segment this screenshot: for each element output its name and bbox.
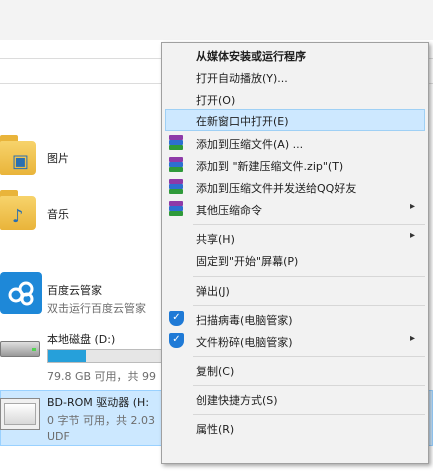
menu-item-label: 扫描病毒(电脑管家) (196, 314, 293, 327)
menu-item-open[interactable]: 打开(O) (165, 88, 425, 110)
menu-separator (193, 414, 425, 415)
context-menu: 从媒体安装或运行程序 打开自动播放(Y)... 打开(O) 在新窗口中打开(E)… (161, 42, 429, 464)
bd-rom-icon (0, 398, 40, 430)
tencent-shield-icon: ✓ (169, 311, 184, 326)
menu-item-other-compress[interactable]: 其他压缩命令 ▸ (165, 198, 425, 220)
drive-led (32, 348, 36, 351)
menu-item-label: 添加到压缩文件并发送给QQ好友 (196, 182, 357, 195)
menu-item-label: 打开(O) (196, 94, 236, 107)
pictures-folder-label: 图片 (47, 152, 69, 165)
menu-item-archive-send-qq[interactable]: 添加到压缩文件并发送给QQ好友 (165, 176, 425, 198)
menu-item-add-to-zip[interactable]: 添加到 "新建压缩文件.zip"(T) (165, 154, 425, 176)
menu-item-label: 在新窗口中打开(E) (196, 115, 289, 128)
menu-item-eject[interactable]: 弹出(J) (165, 279, 425, 301)
menu-item-label: 属性(R) (196, 423, 235, 436)
menu-item-open-new-window[interactable]: 在新窗口中打开(E) (165, 109, 425, 131)
menu-item-label: 固定到"开始"屏幕(P) (196, 255, 299, 268)
menu-item-add-to-archive[interactable]: 添加到压缩文件(A) ... (165, 132, 425, 154)
local-disk-title: 本地磁盘 (D:) (47, 333, 116, 346)
menu-item-label: 添加到压缩文件(A) ... (196, 138, 304, 151)
disc-drive-shape (4, 403, 36, 425)
bd-rom-space: 0 字节 可用，共 2.03 (47, 414, 155, 427)
baidu-title: 百度云管家 (47, 284, 102, 297)
menu-separator (193, 385, 425, 386)
menu-item-scan-virus[interactable]: ✓ 扫描病毒(电脑管家) (165, 308, 425, 330)
menu-item-label: 从媒体安装或运行程序 (196, 50, 306, 63)
picture-emblem-icon: ▣ (12, 151, 30, 172)
bd-rom-filesystem: UDF (47, 430, 70, 443)
submenu-arrow-icon: ▸ (410, 201, 416, 212)
cloud-logo-icon (8, 281, 34, 306)
explorer-ribbon (0, 0, 433, 40)
menu-item-file-shred[interactable]: ✓ 文件粉碎(电脑管家) ▸ (165, 330, 425, 352)
menu-item-label: 添加到 "新建压缩文件.zip"(T) (196, 160, 344, 173)
menu-item-share[interactable]: 共享(H) ▸ (165, 227, 425, 249)
menu-item-copy[interactable]: 复制(C) (165, 359, 425, 381)
menu-item-label: 弹出(J) (196, 285, 230, 298)
submenu-arrow-icon: ▸ (410, 333, 416, 344)
menu-separator (193, 276, 425, 277)
menu-separator (193, 305, 425, 306)
local-disk-icon[interactable] (0, 333, 42, 361)
menu-item-label: 复制(C) (196, 365, 235, 378)
baidu-cloud-icon[interactable] (0, 272, 42, 314)
menu-item-label: 打开自动播放(Y)... (196, 72, 288, 85)
menu-item-label: 创建快捷方式(S) (196, 394, 278, 407)
local-disk-space: 79.8 GB 可用，共 99 (47, 370, 157, 383)
menu-item-label: 文件粉碎(电脑管家) (196, 336, 293, 349)
menu-item-label: 其他压缩命令 (196, 204, 262, 217)
submenu-arrow-icon: ▸ (410, 230, 416, 241)
baidu-subtitle: 双击运行百度云管家 (47, 302, 146, 315)
menu-separator (193, 356, 425, 357)
winrar-icon (169, 201, 183, 217)
bd-rom-title: BD-ROM 驱动器 (H: (47, 396, 150, 409)
menu-item-install-from-media[interactable]: 从媒体安装或运行程序 (165, 44, 425, 66)
winrar-icon (169, 135, 183, 151)
menu-item-open-autoplay[interactable]: 打开自动播放(Y)... (165, 66, 425, 88)
menu-item-pin-to-start[interactable]: 固定到"开始"屏幕(P) (165, 249, 425, 271)
music-folder-label: 音乐 (47, 208, 69, 221)
menu-item-properties[interactable]: 属性(R) (165, 417, 425, 439)
music-note-icon: ♪ (12, 206, 24, 227)
menu-item-create-shortcut[interactable]: 创建快捷方式(S) (165, 388, 425, 410)
winrar-icon (169, 179, 183, 195)
usage-bar-fill (48, 350, 86, 362)
local-disk-usage-bar (47, 349, 167, 363)
winrar-icon (169, 157, 183, 173)
tencent-shield-icon: ✓ (169, 333, 184, 348)
menu-item-label: 共享(H) (196, 233, 235, 246)
menu-separator (193, 224, 425, 225)
